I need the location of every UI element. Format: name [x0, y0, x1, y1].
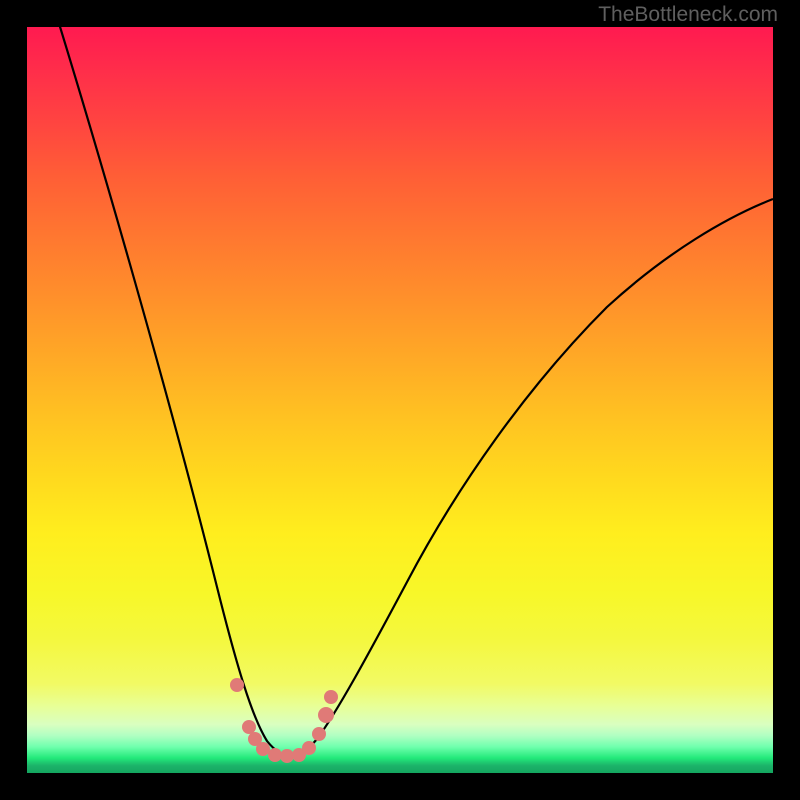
chart-frame: TheBottleneck.com [0, 0, 800, 800]
watermark-text: TheBottleneck.com [598, 3, 778, 27]
marker-dot [302, 741, 316, 755]
marker-dot [312, 727, 326, 741]
curve-layer [27, 27, 773, 773]
marker-dot [256, 742, 270, 756]
marker-dot [324, 690, 338, 704]
marker-dot [268, 748, 282, 762]
plot-area [27, 27, 773, 773]
marker-dot [242, 720, 256, 734]
marker-dot [230, 678, 244, 692]
bottleneck-curve [57, 27, 773, 756]
marker-dot [318, 707, 334, 723]
marker-dot [280, 749, 294, 763]
